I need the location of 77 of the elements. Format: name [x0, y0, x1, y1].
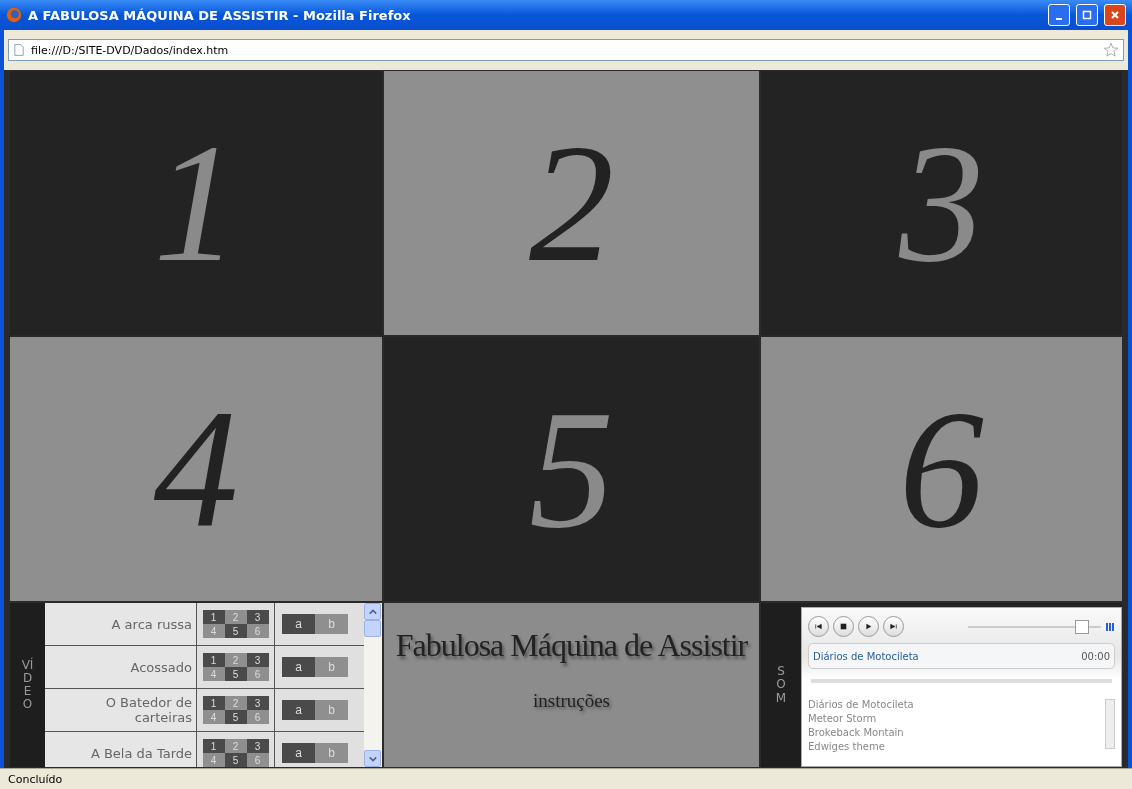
screen-select-button[interactable]: 3	[246, 653, 269, 667]
playlist-item[interactable]: Edwiges theme	[808, 741, 1101, 752]
track-button[interactable]: a	[282, 743, 315, 763]
scrollbar[interactable]	[364, 603, 382, 767]
chevron-down-icon	[368, 754, 377, 763]
film-title[interactable]: A Bela da Tarde	[45, 732, 197, 767]
screen-number: 3	[899, 118, 984, 288]
star-icon	[1103, 42, 1119, 58]
skip-forward-icon	[890, 623, 897, 630]
screen-select-button[interactable]: 1	[202, 610, 225, 624]
chevron-up-icon	[368, 607, 377, 616]
scroll-up-button[interactable]	[364, 603, 381, 620]
next-button[interactable]	[883, 616, 904, 637]
track-button[interactable]: b	[315, 743, 348, 763]
scroll-down-button[interactable]	[364, 750, 381, 767]
screen-select-button[interactable]: 1	[202, 739, 225, 753]
film-title[interactable]: O Batedor de carteiras	[45, 689, 197, 731]
screen-select-button[interactable]: 1	[202, 696, 225, 710]
screen-select-button[interactable]: 2	[224, 610, 247, 624]
track-title: Diários de Motocileta	[813, 650, 919, 662]
stop-button[interactable]	[833, 616, 854, 637]
screen-select-button[interactable]: 3	[246, 739, 269, 753]
page-icon	[13, 43, 25, 57]
screen-select-button[interactable]: 1	[202, 653, 225, 667]
screen-select-button[interactable]: 5	[224, 624, 247, 638]
sound-heading: SOM	[775, 665, 787, 705]
screen-select-button[interactable]: 5	[224, 753, 247, 767]
film-title[interactable]: Acossado	[45, 646, 197, 688]
screen-select-button[interactable]: 6	[246, 710, 269, 724]
screen-select-button[interactable]: 2	[224, 653, 247, 667]
track-button[interactable]: b	[315, 700, 348, 720]
address-field[interactable]: file:///D:/SITE-DVD/Dados/index.htm	[8, 39, 1124, 61]
screen-number: 1	[153, 118, 239, 288]
window-title: A FABULOSA MÁQUINA DE ASSISTIR - Mozilla Firefox	[28, 7, 412, 23]
bars-icon	[1105, 621, 1115, 632]
playlist-scrollbar[interactable]	[1105, 699, 1115, 749]
film-title[interactable]: A arca russa	[45, 603, 197, 645]
track-time: 00:00	[1081, 650, 1110, 662]
minimize-icon	[1056, 18, 1062, 20]
browser-logo-icon	[6, 7, 22, 23]
track-button[interactable]: b	[315, 657, 348, 677]
instructions-link[interactable]: instruções	[532, 690, 610, 712]
play-button[interactable]	[858, 616, 879, 637]
stop-icon	[840, 623, 847, 630]
screen-select-button[interactable]: 3	[246, 696, 269, 710]
screen-select-button[interactable]: 5	[224, 667, 247, 681]
screen-number: 4	[153, 384, 239, 554]
scroll-thumb[interactable]	[364, 620, 381, 637]
screen-select-button[interactable]: 2	[224, 739, 247, 753]
previous-button[interactable]	[808, 616, 829, 637]
screen-number: 2	[529, 118, 614, 288]
screen-select-button[interactable]: 6	[246, 753, 269, 767]
video-heading: VÍDEO	[21, 658, 34, 712]
play-icon	[865, 623, 872, 630]
track-button[interactable]: a	[282, 614, 315, 634]
maximize-icon	[1082, 10, 1092, 20]
screen-number: 5	[529, 384, 614, 554]
screen-select-button[interactable]: 2	[224, 696, 247, 710]
playlist-item[interactable]: Meteor Storm	[808, 713, 1101, 724]
track-button[interactable]: a	[282, 700, 315, 720]
playlist-item[interactable]: Brokeback Montain	[808, 727, 1101, 738]
status-text: Concluído	[8, 772, 63, 786]
playlist-item[interactable]: Diários de Motocileta	[808, 699, 1101, 710]
minimize-button[interactable]	[1048, 4, 1070, 26]
maximize-button[interactable]	[1076, 4, 1098, 26]
screen-select-button[interactable]: 6	[246, 624, 269, 638]
close-icon	[1110, 10, 1120, 20]
track-button[interactable]: b	[315, 614, 348, 634]
close-button[interactable]	[1104, 4, 1126, 26]
screen-number: 6	[899, 384, 984, 554]
skip-back-icon	[815, 623, 822, 630]
screen-select-button[interactable]: 3	[246, 610, 269, 624]
screen-select-button[interactable]: 5	[224, 710, 247, 724]
volume-thumb[interactable]	[1075, 619, 1090, 634]
site-title: Fabulosa Máquina de Assistir	[395, 627, 748, 664]
screen-select-button[interactable]: 6	[246, 667, 269, 681]
track-button[interactable]: a	[282, 657, 315, 677]
